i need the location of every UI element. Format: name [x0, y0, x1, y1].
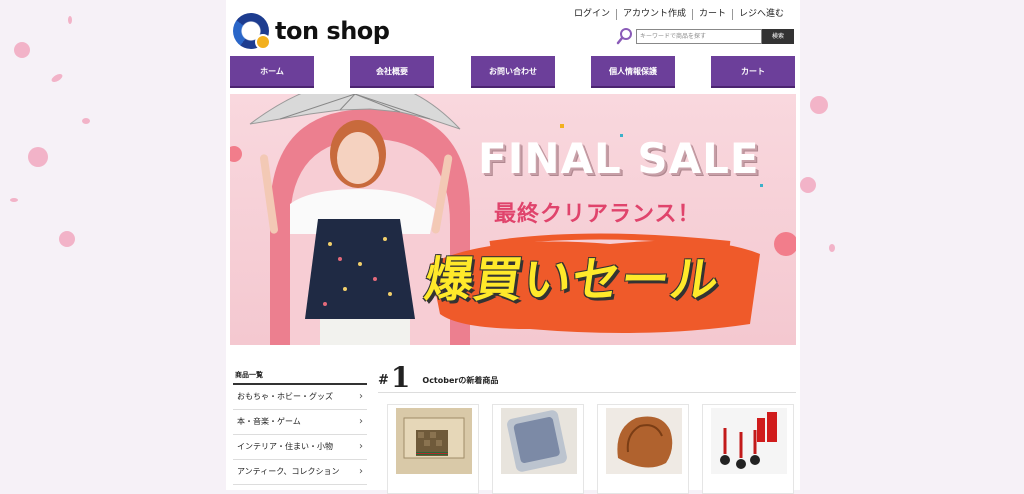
- cart-link[interactable]: カート: [691, 9, 732, 20]
- nav-company[interactable]: 会社概要: [350, 56, 434, 88]
- nav-cart[interactable]: カート: [711, 56, 795, 88]
- product-grid: [382, 404, 796, 494]
- banner-title: FINAL SALE: [478, 134, 760, 183]
- category-label: インテリア・住まい・小物: [237, 442, 333, 451]
- product-image-case: [501, 408, 577, 474]
- chevron-right-icon: ›: [359, 391, 363, 402]
- page-container: ton shop ログイン アカウント作成 カート レジへ進む キーワードで商品…: [226, 0, 800, 494]
- nav-home[interactable]: ホーム: [230, 56, 314, 88]
- shop-logo[interactable]: ton shop: [233, 10, 403, 52]
- chevron-right-icon: ›: [359, 416, 363, 427]
- rank-number: 1: [390, 361, 411, 394]
- nav-contact[interactable]: お問い合わせ: [471, 56, 555, 88]
- category-item[interactable]: 本・音楽・ゲーム ›: [233, 410, 367, 435]
- petal-decoration: [10, 16, 90, 247]
- category-item[interactable]: おもちゃ・ホビー・グッズ ›: [233, 385, 367, 410]
- sidebar-title: 商品一覧: [233, 362, 367, 385]
- banner-headline: 爆買いセール: [421, 252, 724, 308]
- login-link[interactable]: ログイン: [568, 9, 616, 20]
- section-header: # 1 Octoberの新着商品: [378, 362, 796, 393]
- main-nav: ホーム 会社概要 お問い合わせ 個人情報保護 カート: [230, 56, 796, 89]
- checkout-link[interactable]: レジへ進む: [731, 9, 790, 20]
- category-label: 本・音楽・ゲーム: [237, 417, 301, 426]
- petal-decoration-right: [800, 96, 835, 252]
- category-item[interactable]: インテリア・住まい・小物 ›: [233, 435, 367, 460]
- product-image-coilovers: [711, 408, 787, 474]
- logo-icon: [233, 13, 271, 50]
- nav-privacy[interactable]: 個人情報保護: [591, 56, 675, 88]
- create-account-link[interactable]: アカウント作成: [615, 9, 692, 20]
- logo-text: ton shop: [275, 17, 390, 45]
- search-button[interactable]: 検索: [762, 28, 794, 44]
- product-card[interactable]: [702, 404, 794, 494]
- product-image-glove: [606, 408, 682, 474]
- banner-subtitle: 最終クリアランス！: [494, 202, 701, 227]
- category-item[interactable]: アンティーク、コレクション ›: [233, 460, 367, 485]
- product-image-wallet: [396, 408, 472, 474]
- chevron-right-icon: ›: [359, 466, 363, 477]
- new-arrivals-section: # 1 Octoberの新着商品: [378, 362, 796, 494]
- product-card[interactable]: [492, 404, 584, 494]
- sale-banner[interactable]: FINAL SALE 最終クリアランス！ 爆買いセール: [230, 94, 796, 345]
- top-links: ログイン アカウント作成 カート レジへ進む: [568, 9, 790, 20]
- rank-hash: #: [378, 373, 389, 388]
- product-card[interactable]: [387, 404, 479, 494]
- search-bar: キーワードで商品を探す 検索: [616, 27, 794, 45]
- category-label: おもちゃ・ホビー・グッズ: [237, 392, 333, 401]
- chevron-right-icon: ›: [359, 441, 363, 452]
- category-label: アンティーク、コレクション: [237, 467, 340, 476]
- product-card[interactable]: [597, 404, 689, 494]
- search-input[interactable]: キーワードで商品を探す: [636, 28, 762, 44]
- search-icon: [616, 28, 632, 45]
- category-sidebar: 商品一覧 おもちゃ・ホビー・グッズ › 本・音楽・ゲーム › インテリア・住まい・小…: [233, 362, 367, 485]
- section-title: Octoberの新着商品: [422, 376, 499, 385]
